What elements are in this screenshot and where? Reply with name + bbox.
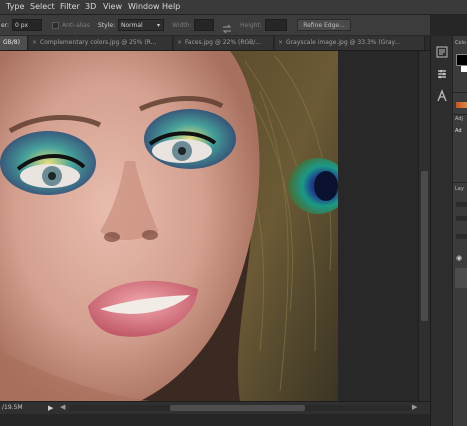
tab-label: Complementary colors.jpg @ 25% (R... (40, 39, 157, 46)
lock-field[interactable] (456, 234, 467, 239)
eye-icon[interactable]: ◉ (456, 254, 462, 262)
blend-mode-field[interactable] (456, 216, 467, 221)
layers-panel-header[interactable]: Lay (455, 186, 464, 192)
menu-3d[interactable]: 3D (85, 2, 96, 11)
tab-faces[interactable]: × Faces.jpg @ 22% (RGB/... (174, 36, 274, 50)
status-bar: /19.5M ▶ ◀ ▶ (0, 401, 430, 414)
swap-arrows-icon[interactable] (222, 19, 232, 34)
width-input[interactable] (194, 19, 214, 31)
close-icon[interactable]: × (32, 36, 37, 49)
foreground-color-swatch[interactable] (456, 54, 467, 66)
menu-select[interactable]: Select (30, 2, 55, 11)
chevron-down-icon: ▾ (156, 22, 160, 29)
style-label: Style: (98, 22, 116, 29)
properties-icon[interactable] (435, 66, 449, 80)
menu-bar: Type Select Filter 3D View Window Help (0, 0, 467, 15)
feather-input[interactable]: 0 px (12, 19, 42, 31)
feather-label: er: (1, 22, 10, 29)
menu-view[interactable]: View (103, 2, 122, 11)
history-icon[interactable] (435, 44, 449, 58)
close-icon[interactable]: × (177, 36, 182, 49)
scroll-right-icon[interactable]: ▶ (412, 403, 417, 411)
character-icon[interactable] (435, 88, 449, 102)
document-tabs: GB/8) × Complementary colors.jpg @ 25% (R… (0, 36, 430, 51)
color-panel-header[interactable]: Colo (455, 40, 466, 46)
menu-type[interactable]: Type (6, 2, 24, 11)
play-right-icon[interactable]: ▶ (48, 404, 53, 412)
options-bar: er: 0 px Anti-alias Style: Normal ▾ Widt… (0, 15, 430, 36)
tab-label: Faces.jpg @ 22% (RGB/... (185, 39, 261, 46)
horizontal-scrollbar[interactable] (70, 405, 410, 411)
style-value: Normal (121, 22, 143, 29)
menu-filter[interactable]: Filter (60, 2, 80, 11)
tab-label: GB/8) (3, 39, 20, 46)
horizontal-scroll-thumb[interactable] (170, 405, 305, 411)
antialias-checkbox[interactable] (52, 22, 59, 29)
background-color-swatch[interactable] (461, 66, 467, 72)
portrait-photo[interactable] (0, 51, 338, 401)
height-input[interactable] (265, 19, 287, 31)
tab-grayscale-image[interactable]: × Grayscale image.jpg @ 33.3% (Gray... (275, 36, 425, 50)
menu-help[interactable]: Help (162, 2, 180, 11)
layer-filter-field[interactable] (456, 202, 467, 207)
vertical-scroll-thumb[interactable] (421, 171, 428, 321)
tab-label: Grayscale image.jpg @ 33.3% (Gray... (286, 39, 400, 46)
panel-icon-strip (430, 36, 453, 426)
refine-edge-button[interactable]: Refine Edge... (297, 19, 351, 31)
width-label: Width: (172, 22, 192, 29)
tab-complementary-colors[interactable]: × Complementary colors.jpg @ 25% (R... (29, 36, 173, 50)
panels-column: Colo Adj Ad Lay ◉ (452, 36, 467, 426)
close-icon[interactable]: × (278, 36, 283, 49)
color-ramp[interactable] (456, 102, 467, 108)
canvas-area[interactable] (0, 51, 418, 401)
bottom-strip (0, 414, 430, 426)
layer-row[interactable] (455, 268, 467, 288)
adjustments-panel-header[interactable]: Adj (455, 116, 463, 122)
document-size: /19.5M (2, 404, 23, 411)
style-select[interactable]: Normal ▾ (118, 19, 164, 31)
antialias-label: Anti-alias (62, 22, 90, 29)
adjustments-subtitle: Ad (455, 128, 462, 134)
tab-current-document[interactable]: GB/8) (0, 36, 28, 50)
menu-window[interactable]: Window (128, 2, 160, 11)
height-label: Height: (240, 22, 262, 29)
scroll-left-icon[interactable]: ◀ (60, 403, 65, 411)
